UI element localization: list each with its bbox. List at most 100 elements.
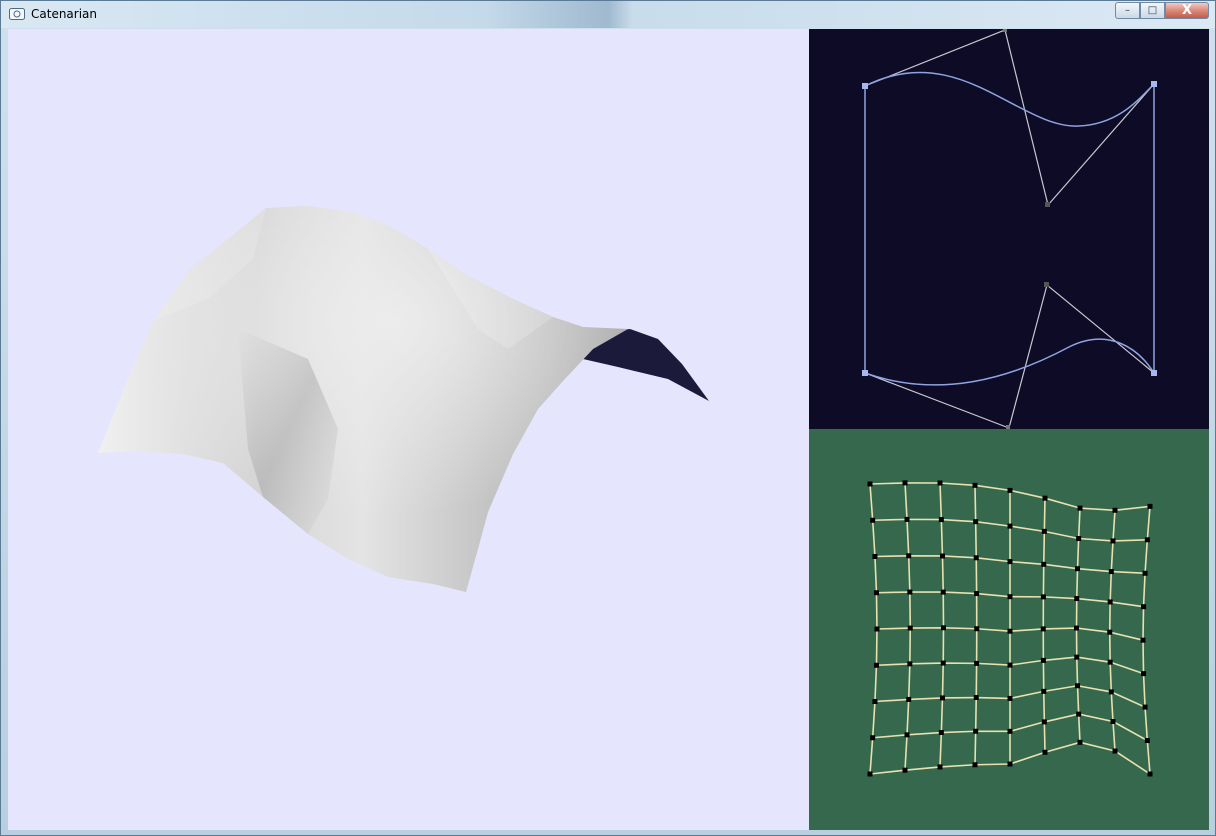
mesh-node[interactable]	[1077, 505, 1083, 511]
mesh-node[interactable]	[872, 699, 878, 704]
mesh-node[interactable]	[1140, 637, 1146, 643]
mesh-node[interactable]	[1147, 503, 1153, 509]
mesh-node[interactable]	[1075, 683, 1081, 689]
mesh-node[interactable]	[1007, 594, 1013, 600]
mesh-node[interactable]	[1074, 625, 1079, 631]
mesh-node[interactable]	[1076, 535, 1082, 541]
mesh-node[interactable]	[906, 553, 912, 559]
maximize-button[interactable]: □	[1140, 2, 1165, 19]
curve-editor-canvas	[862, 29, 1157, 429]
mesh-node[interactable]	[1144, 738, 1150, 744]
mesh-node[interactable]	[1041, 528, 1047, 534]
mesh-node[interactable]	[1007, 695, 1013, 701]
mesh-node[interactable]	[974, 660, 980, 666]
mesh-node[interactable]	[874, 626, 880, 632]
mesh-node[interactable]	[1112, 748, 1118, 754]
mesh-node[interactable]	[973, 555, 979, 561]
mesh-node[interactable]	[940, 660, 946, 666]
mesh-node[interactable]	[1007, 628, 1013, 634]
mesh-node[interactable]	[1041, 688, 1047, 694]
grid-mesh-canvas	[867, 480, 1153, 777]
mesh-node[interactable]	[940, 589, 946, 595]
mesh-node[interactable]	[974, 626, 980, 632]
curve-editor-panel[interactable]	[809, 29, 1209, 429]
mesh-node[interactable]	[1142, 570, 1148, 576]
mesh-node[interactable]	[867, 481, 873, 487]
mesh-node[interactable]	[1108, 689, 1114, 695]
mesh-node[interactable]	[1141, 671, 1147, 677]
mesh-node[interactable]	[939, 553, 945, 559]
mesh-node[interactable]	[907, 661, 913, 667]
mesh-node[interactable]	[973, 728, 979, 734]
grid-mesh-panel[interactable]	[809, 429, 1209, 830]
mesh-node[interactable]	[972, 762, 978, 768]
mesh-node[interactable]	[1110, 719, 1116, 725]
mesh-node[interactable]	[904, 516, 910, 522]
mesh-node[interactable]	[867, 771, 873, 777]
mesh-node[interactable]	[973, 695, 979, 701]
mesh-node[interactable]	[1141, 604, 1147, 610]
mesh-node[interactable]	[902, 767, 908, 773]
mesh-node[interactable]	[1144, 537, 1150, 543]
client-area	[8, 29, 1209, 830]
mesh-node[interactable]	[938, 517, 944, 523]
control-points	[862, 29, 1157, 429]
mesh-node[interactable]	[1041, 719, 1047, 725]
mesh-node[interactable]	[872, 554, 878, 559]
mesh-node[interactable]	[1040, 626, 1046, 632]
mesh-node[interactable]	[1040, 594, 1046, 600]
mesh-node[interactable]	[938, 730, 944, 736]
mesh-node[interactable]	[1040, 657, 1046, 663]
control-polygon	[864, 29, 1155, 429]
title-bar[interactable]: Catenarian – □ X	[1, 1, 1215, 28]
mesh-node[interactable]	[1077, 739, 1083, 745]
mesh-node[interactable]	[907, 589, 913, 595]
mesh-node[interactable]	[1007, 487, 1013, 493]
mesh-node[interactable]	[1007, 728, 1013, 734]
mesh-node[interactable]	[1107, 629, 1113, 635]
window-app-icon	[9, 8, 25, 20]
mesh-node[interactable]	[937, 480, 943, 486]
mesh-node[interactable]	[1074, 654, 1080, 660]
mesh-node[interactable]	[1142, 704, 1148, 710]
mesh-node[interactable]	[1075, 566, 1081, 572]
mesh-node[interactable]	[907, 625, 913, 631]
mesh-node[interactable]	[1108, 569, 1114, 575]
minimize-button[interactable]: –	[1115, 2, 1140, 19]
mesh-node[interactable]	[937, 764, 943, 770]
mesh-node[interactable]	[873, 590, 879, 596]
mesh-node[interactable]	[973, 519, 979, 525]
mesh-node[interactable]	[902, 480, 908, 486]
mesh-node[interactable]	[972, 482, 978, 488]
surface-3d-render	[98, 206, 709, 592]
mesh-node[interactable]	[904, 732, 910, 738]
mesh-column-line	[974, 485, 978, 765]
mesh-node[interactable]	[974, 591, 980, 597]
mesh-node[interactable]	[1074, 596, 1080, 602]
mesh-node[interactable]	[1107, 659, 1113, 665]
mesh-node[interactable]	[1107, 599, 1113, 605]
surface-3d-viewport[interactable]	[8, 29, 809, 830]
mesh-node[interactable]	[1076, 711, 1082, 717]
mesh-node[interactable]	[873, 662, 879, 668]
close-button[interactable]: X	[1165, 2, 1209, 19]
mesh-node[interactable]	[939, 695, 945, 701]
mesh-node[interactable]	[1041, 561, 1047, 567]
mesh-node[interactable]	[1007, 523, 1013, 529]
mesh-node[interactable]	[1110, 538, 1116, 544]
mesh-node[interactable]	[1007, 662, 1013, 668]
mesh-node[interactable]	[1007, 559, 1013, 565]
mesh-node[interactable]	[1147, 771, 1153, 777]
mesh-node[interactable]	[1112, 507, 1118, 513]
mesh-node[interactable]	[1007, 761, 1013, 767]
mesh-node[interactable]	[870, 517, 876, 523]
window-title: Catenarian	[31, 7, 98, 21]
mesh-column-line	[1042, 498, 1046, 753]
mesh-column-line	[939, 482, 945, 767]
mesh-node[interactable]	[941, 625, 946, 631]
mesh-node[interactable]	[906, 696, 912, 702]
mesh-node[interactable]	[1042, 749, 1048, 755]
mesh-node[interactable]	[870, 735, 876, 741]
app-window: Catenarian – □ X	[0, 0, 1216, 836]
mesh-node[interactable]	[1042, 495, 1048, 501]
